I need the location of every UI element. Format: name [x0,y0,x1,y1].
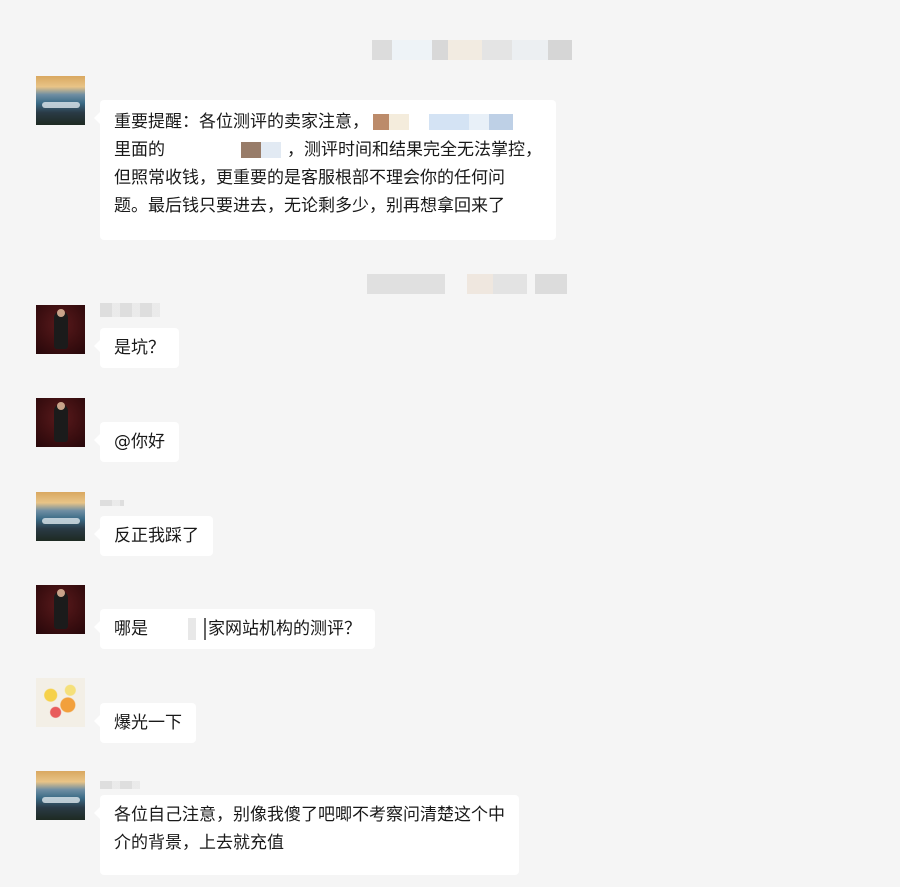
person-avatar[interactable] [36,305,85,354]
message-text: @你好 [114,432,165,452]
message-bubble: 重要提醒：各位测评的卖家注意， 里面的 ，测评时间和结果完全无法掌控， 但照常收钱… [94,100,556,240]
message-text: 家网站机构的测评？ [208,619,361,639]
message-text: 爆光一下 [114,713,182,733]
redacted-text [373,114,513,130]
message-bubble: 爆光一下 [94,703,196,743]
landscape-avatar[interactable] [36,492,85,541]
message-text: 各位自己注意，别像我傻了吧唧不考察问清楚这个中 [114,805,505,825]
person-figure [54,309,68,349]
message-bubble: 哪是 家网站机构的测评？ [94,609,375,649]
blurred-timestamp [367,274,567,294]
landscape-avatar[interactable] [36,771,85,820]
message-text: 介的背景，上去就充值 [114,833,284,853]
message-bubble: 反正我踩了 [94,516,213,556]
person-figure [54,402,68,442]
landscape-avatar[interactable] [36,76,85,125]
message-bubble: 各位自己注意，别像我傻了吧唧不考察问清楚这个中 介的背景，上去就充值 [94,795,519,875]
message-text: 反正我踩了 [114,526,199,546]
chat-area: 重要提醒：各位测评的卖家注意， 里面的 ，测评时间和结果完全无法掌控， 但照常收钱… [0,0,900,887]
sender-name [100,303,160,317]
sender-name [100,500,124,506]
sender-name [100,781,140,789]
message-text: 重要提醒：各位测评的卖家注意， [114,112,369,132]
flowers-avatar[interactable] [36,678,85,727]
message-text: ，测评时间和结果完全无法掌控， [287,140,542,160]
message-bubble: 是坑？ [94,328,179,368]
message-text: 但照常收钱，更重要的是客服根部不理会你的任何问 [114,168,505,188]
person-figure [54,589,68,629]
message-text: 里面的 [114,140,165,160]
message-text: 是坑？ [114,338,165,358]
message-text: 题。最后钱只要进去，无论剩多少，别再想拿回来了 [114,196,505,216]
person-avatar[interactable] [36,398,85,447]
message-text: 哪是 [114,619,148,639]
redacted-text [148,618,208,640]
message-bubble: @你好 [94,422,179,462]
redacted-text [211,142,281,158]
person-avatar[interactable] [36,585,85,634]
blurred-timestamp [372,40,572,60]
